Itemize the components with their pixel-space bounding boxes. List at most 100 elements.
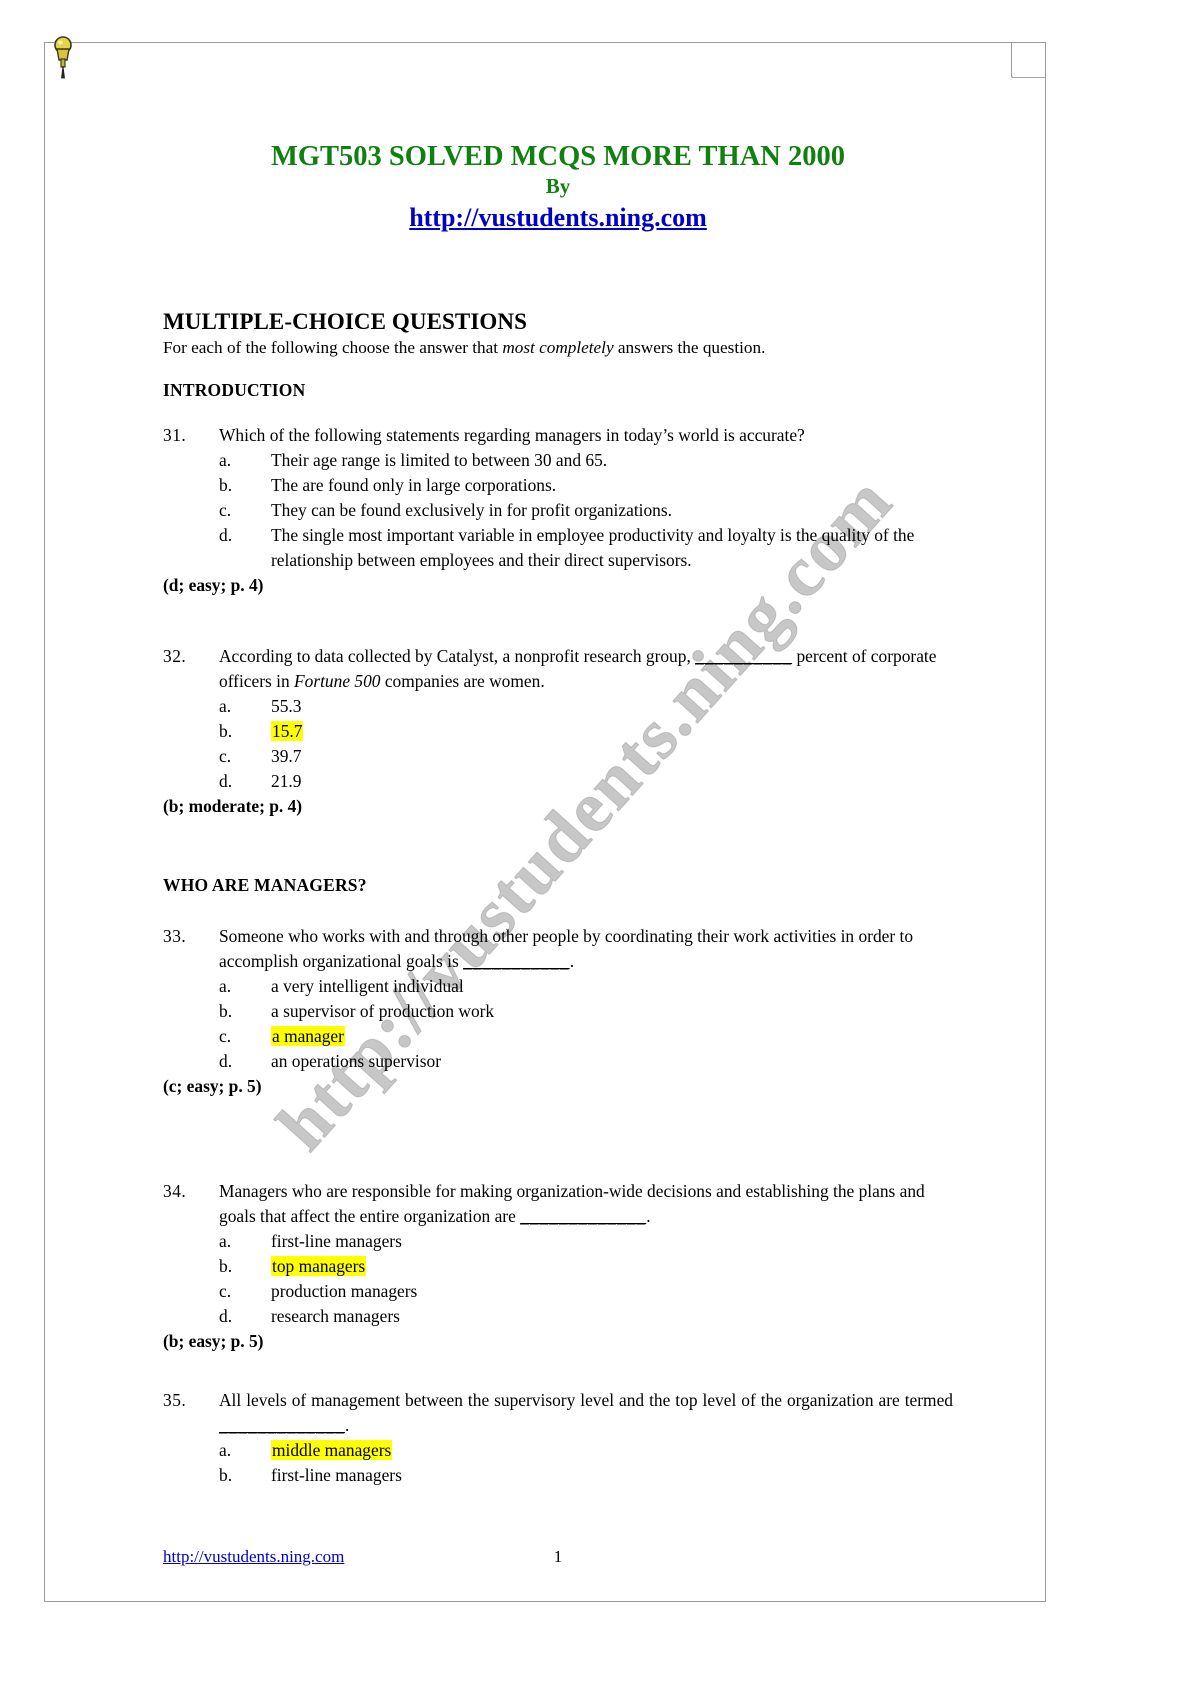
option-text: production managers (271, 1280, 418, 1301)
option-letter: b. (219, 474, 233, 495)
option-letter: b. (219, 1255, 233, 1276)
question-number: 34. (163, 1181, 187, 1202)
option-row[interactable]: c. production managers (163, 1279, 953, 1304)
option-row[interactable]: b. 15.7 (163, 719, 953, 744)
instruction-italic: most completely (502, 337, 614, 357)
answer-key: (b; moderate; p. 4) (163, 796, 303, 817)
subheading-who-are-managers: WHO ARE MANAGERS? (163, 875, 367, 896)
instruction-text: For each of the following choose the ans… (163, 337, 953, 359)
option-text: 55.3 (271, 694, 953, 719)
option-text: 39.7 (271, 745, 302, 766)
question-block: 32. According to data collected by Catal… (163, 644, 953, 819)
option-letter: c. (219, 1025, 232, 1046)
option-text: top managers (271, 1254, 953, 1279)
option-text: middle managers (271, 1438, 953, 1463)
option-row[interactable]: b. top managers (163, 1254, 953, 1279)
option-letter: d. (219, 1050, 233, 1071)
question-block: 35. All levels of management between the… (163, 1388, 953, 1488)
question-text-italic: Fortune 500 (294, 671, 381, 692)
option-row[interactable]: b. first-line managers (163, 1463, 953, 1488)
option-label: 55.3 (271, 695, 302, 716)
option-text: research managers (271, 1305, 400, 1326)
option-text: first-line managers (271, 1464, 402, 1485)
scanned-page-area: http://vustudents.ning.com MGT503 SOLVED… (0, 0, 1200, 1698)
question-text: Which of the following statements regard… (219, 425, 805, 446)
instruction-suffix: answers the question. (613, 337, 766, 357)
page-title: MGT503 SOLVED MCQS MORE THAN 2000 (270, 141, 846, 172)
option-letter: d. (219, 525, 233, 546)
byline-label: By (545, 174, 571, 199)
option-row[interactable]: a. 55.3 (163, 694, 953, 719)
answer-key: (c; easy; p. 5) (163, 1075, 262, 1096)
pushpin-icon (54, 36, 72, 79)
option-text: a manager (271, 1024, 953, 1049)
fill-blank: ___________ (463, 951, 570, 972)
document-page: http://vustudents.ning.com MGT503 SOLVED… (44, 42, 1046, 1602)
option-letter: a. (219, 449, 232, 470)
question-number: 33. (163, 926, 187, 947)
option-row[interactable]: c. They can be found exclusively in for … (163, 498, 953, 523)
option-text: first-line managers (271, 1230, 402, 1251)
question-number: 32. (163, 646, 187, 667)
option-text: Their age range is limited to between 30… (271, 449, 608, 470)
option-letter: c. (219, 500, 232, 521)
question-line: 33. Someone who works with and through o… (163, 924, 953, 973)
question-block: 31. Which of the following statements re… (163, 423, 953, 598)
option-row[interactable]: d. The single most important variable in… (163, 523, 953, 573)
option-text: 15.7 (271, 719, 953, 744)
option-text: a supervisor of production work (271, 1000, 495, 1021)
question-text-part: . (569, 951, 575, 972)
option-row[interactable]: c. 39.7 (163, 744, 953, 769)
option-row[interactable]: d. research managers (163, 1304, 953, 1329)
option-letter: a. (219, 695, 232, 716)
option-letter: a. (219, 1439, 232, 1460)
option-letter: c. (219, 745, 232, 766)
question-text-part: . (345, 1414, 350, 1435)
question-line: 35. All levels of management between the… (163, 1388, 953, 1437)
document-body: MGT503 SOLVED MCQS MORE THAN 2000 By htt… (45, 43, 1045, 1601)
question-block: 33. Someone who works with and through o… (163, 924, 953, 1099)
question-line: 32. According to data collected by Catal… (163, 644, 953, 693)
option-letter: b. (219, 720, 233, 741)
option-letter: a. (219, 975, 232, 996)
instruction-prefix: For each of the following choose the ans… (163, 337, 503, 357)
question-line: 34. Managers who are responsible for mak… (163, 1179, 953, 1228)
option-letter: d. (219, 771, 233, 792)
option-row[interactable]: a. Their age range is limited to between… (163, 448, 953, 473)
question-text-part: . (646, 1205, 651, 1226)
option-text: The single most important variable in em… (271, 525, 915, 571)
option-row[interactable]: a. first-line managers (163, 1229, 953, 1254)
question-text: Managers who are responsible for making … (219, 1179, 953, 1228)
option-row[interactable]: d. an operations supervisor (163, 1049, 953, 1074)
highlighted-answer: top managers (271, 1255, 367, 1276)
subheading-introduction: INTRODUCTION (163, 380, 306, 401)
site-url-link[interactable]: http://vustudents.ning.com (163, 200, 953, 235)
option-row[interactable]: c. a manager (163, 1024, 953, 1049)
option-row[interactable]: d. 21.9 (163, 769, 953, 794)
option-letter: d. (219, 1305, 233, 1326)
option-row[interactable]: b. a supervisor of production work (163, 999, 953, 1024)
question-number: 35. (163, 1390, 187, 1411)
question-text: According to data collected by Catalyst,… (219, 644, 953, 693)
page-number: 1 (553, 1547, 563, 1566)
question-text-part: companies are women. (380, 671, 545, 692)
option-row[interactable]: a. middle managers (163, 1438, 953, 1463)
highlighted-answer: 15.7 (271, 720, 304, 741)
option-text: 21.9 (271, 771, 302, 792)
option-text: They can be found exclusively in for pro… (271, 500, 672, 521)
option-text: a very intelligent individual (271, 975, 464, 996)
question-line: 31. Which of the following statements re… (163, 423, 953, 448)
fill-blank: _____________ (219, 1414, 346, 1435)
option-row[interactable]: a. a very intelligent individual (163, 974, 953, 999)
page-footer: http://vustudents.ning.com 1 (163, 1547, 953, 1567)
question-block: 34. Managers who are responsible for mak… (163, 1179, 953, 1354)
question-text: Someone who works with and through other… (219, 924, 953, 973)
option-letter: c. (219, 1280, 232, 1301)
option-row[interactable]: b. The are found only in large corporati… (163, 473, 953, 498)
option-letter: b. (219, 1464, 233, 1485)
option-text: The are found only in large corporations… (271, 474, 557, 495)
question-text: All levels of management between the sup… (219, 1388, 953, 1437)
highlighted-answer: a manager (271, 1025, 345, 1046)
answer-key: (d; easy; p. 4) (163, 575, 264, 596)
option-letter: b. (219, 1000, 233, 1021)
